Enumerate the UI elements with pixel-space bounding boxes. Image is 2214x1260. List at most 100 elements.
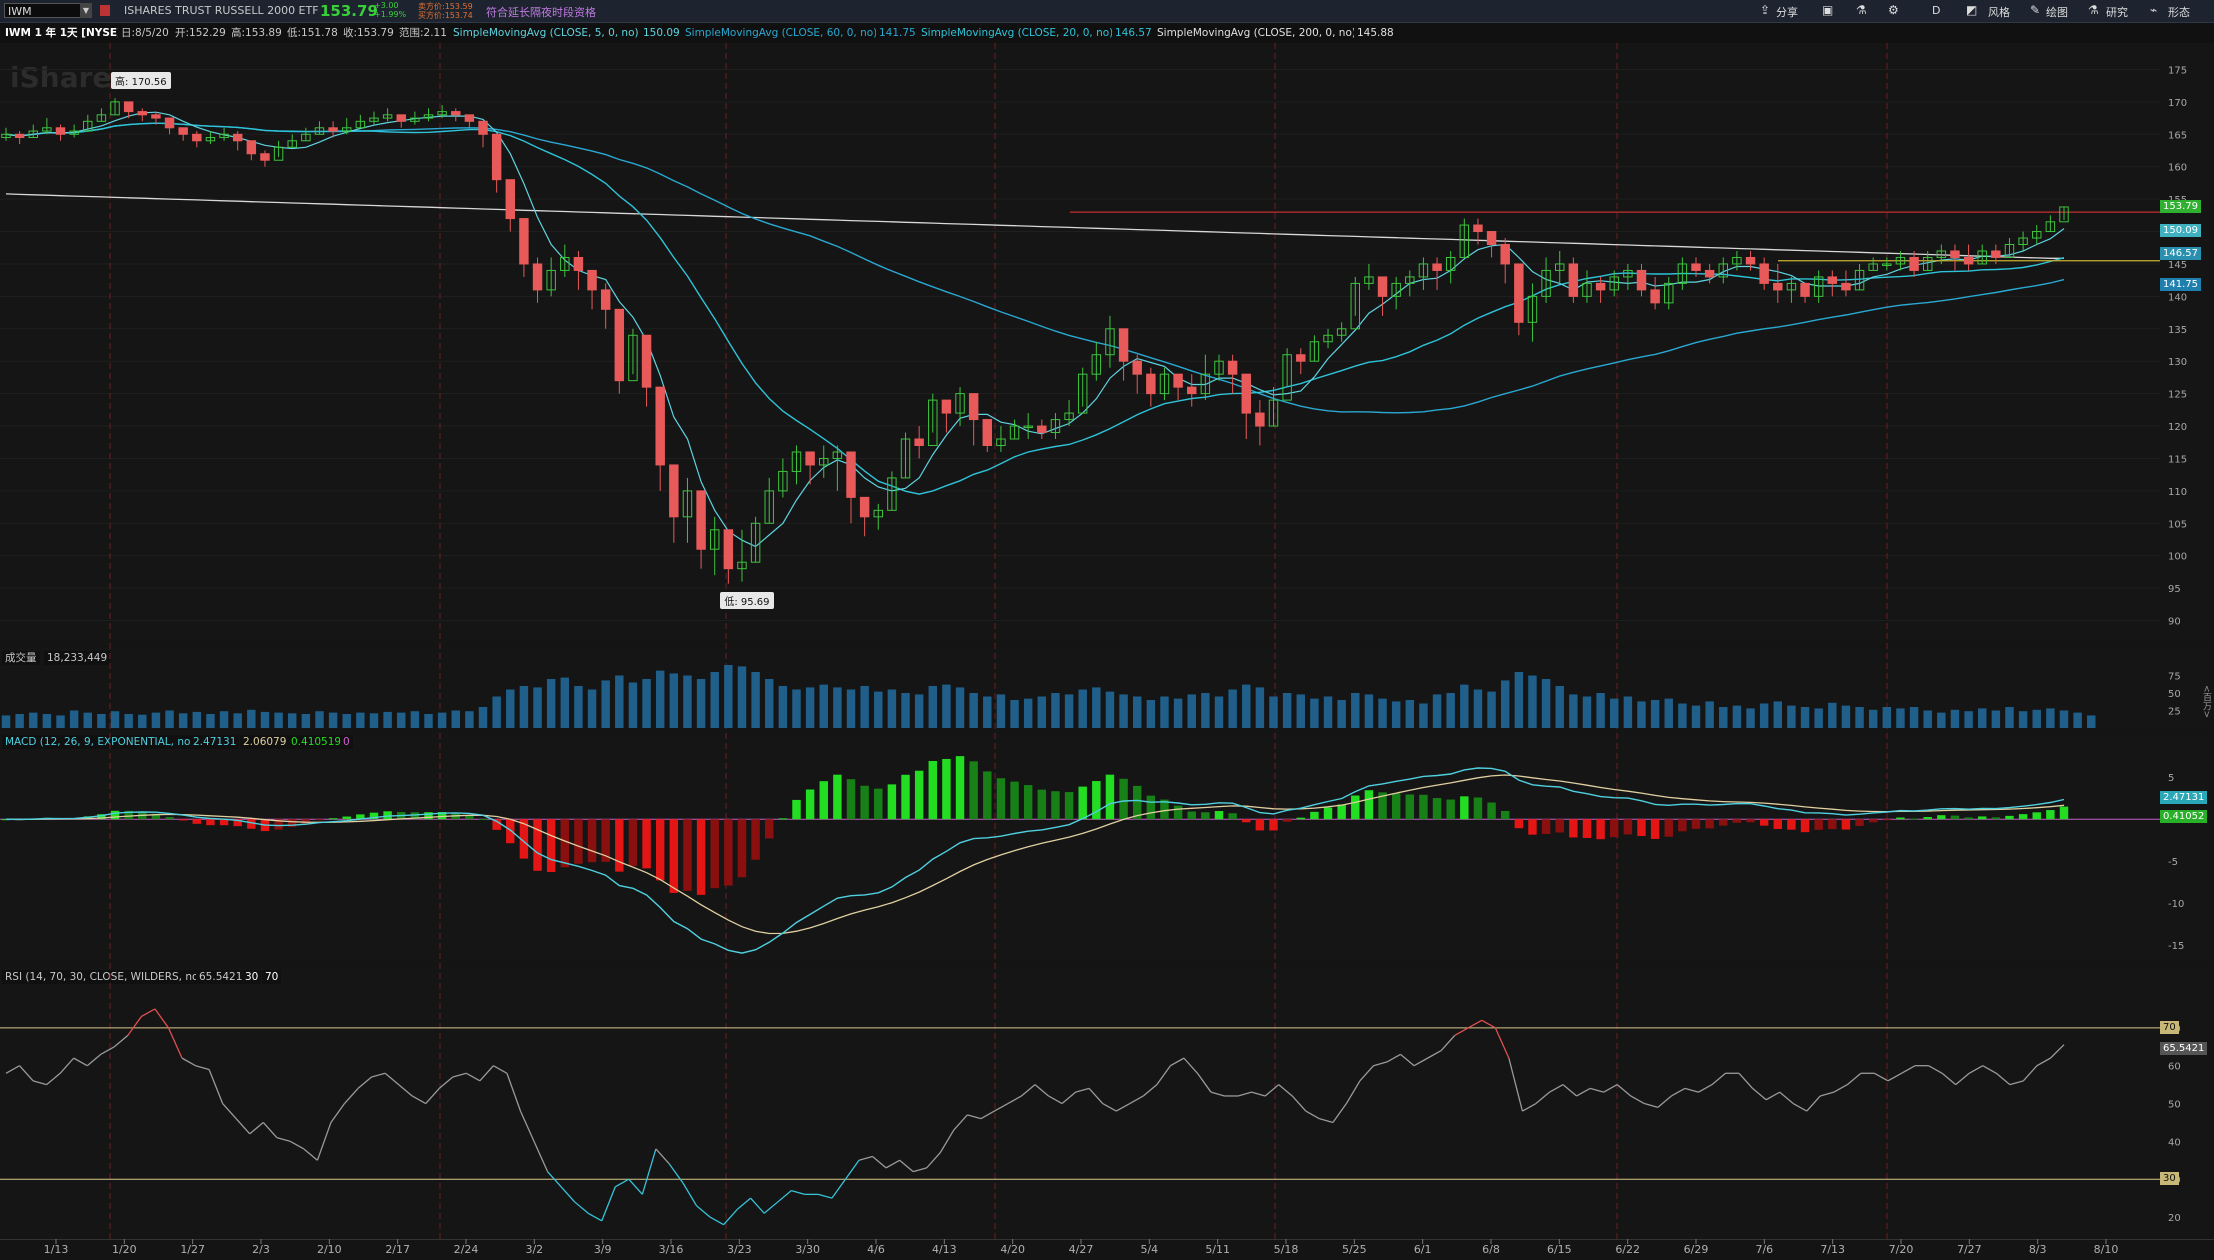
candle-body xyxy=(55,127,66,135)
macd-histogram-bar xyxy=(1528,819,1537,835)
candle-body xyxy=(614,308,625,382)
macd-histogram-bar xyxy=(1242,819,1251,823)
rsi-line-segment xyxy=(1061,1091,1077,1105)
volume-bar xyxy=(1064,694,1074,728)
volume-bar xyxy=(1978,708,1987,728)
volume-bar xyxy=(124,714,133,728)
rsi-line-segment xyxy=(249,1121,264,1135)
volume-bar xyxy=(914,694,924,728)
time-tick-label: 5/4 xyxy=(1140,1243,1158,1256)
volume-bar xyxy=(1242,684,1251,728)
time-tick-label: 4/6 xyxy=(867,1243,885,1256)
macd-histogram-bar xyxy=(1187,811,1196,820)
candle-body xyxy=(1691,263,1701,271)
macd-histogram-bar xyxy=(724,819,733,886)
candle-body xyxy=(641,334,652,388)
macd-histogram-bar xyxy=(1950,815,1960,820)
volume-bar xyxy=(2032,709,2041,728)
volume-bar xyxy=(805,687,815,728)
sma20-line xyxy=(5,122,2065,495)
rsi-line-segment xyxy=(398,1084,413,1097)
volume-bar xyxy=(1282,693,1292,728)
volume-bar xyxy=(1310,698,1319,728)
volume-bar xyxy=(1201,693,1210,728)
macd-histogram-bar xyxy=(1596,819,1605,840)
volume-bar xyxy=(69,710,79,728)
time-tick-label: 4/20 xyxy=(1000,1243,1025,1256)
rsi-line-segment xyxy=(1400,1053,1415,1067)
volume-bar xyxy=(942,684,951,728)
rsi-line-segment xyxy=(384,1072,400,1086)
volume-bar xyxy=(1405,700,1415,728)
macd-tick-label: -5 xyxy=(2168,857,2178,868)
candle-body xyxy=(1759,263,1769,284)
rsi-line-segment xyxy=(1440,1034,1456,1051)
candle-body xyxy=(1704,269,1715,278)
macd-histogram-bar xyxy=(1882,819,1892,821)
macd-histogram-bar xyxy=(969,761,978,820)
rsi-line-segment xyxy=(5,1065,20,1074)
macd-histogram-bar xyxy=(628,819,638,866)
candle-body xyxy=(246,140,257,155)
macd-histogram-bar xyxy=(342,816,351,820)
rsi-line-segment xyxy=(1170,1057,1185,1067)
volume-bar xyxy=(1828,702,1837,728)
macd-histogram-bar xyxy=(587,819,597,863)
candle-body xyxy=(1037,425,1047,434)
volume-bar xyxy=(1146,700,1156,728)
volume-bar xyxy=(15,714,24,728)
macd-histogram-bar xyxy=(546,819,556,873)
rsi-line-segment xyxy=(1319,1118,1334,1124)
macd-histogram-bar xyxy=(533,819,542,871)
volume-bar xyxy=(2073,712,2082,728)
rsi-line-segment xyxy=(506,1073,522,1112)
volume-bar xyxy=(1187,694,1196,728)
volume-bar xyxy=(751,672,760,728)
rsi-line-segment xyxy=(1048,1095,1063,1105)
time-tick-label: 7/6 xyxy=(1755,1243,1773,1256)
volume-bar xyxy=(1364,694,1374,728)
volume-bar xyxy=(1800,707,1810,728)
macd-histogram-bar xyxy=(1255,819,1265,831)
price-tick-label: 120 xyxy=(2168,422,2187,433)
rsi-line-segment xyxy=(912,1167,927,1173)
price-tick-label: 115 xyxy=(2168,454,2187,465)
rsi-line-segment xyxy=(1522,1102,1537,1112)
volume-bar xyxy=(1991,710,2001,728)
rsi-line-segment xyxy=(1846,1072,1862,1086)
rsi-line-segment xyxy=(19,1065,34,1082)
macd-histogram-bar xyxy=(1432,798,1442,820)
volume-bar xyxy=(1882,707,1892,728)
candle-body xyxy=(1473,224,1483,233)
rsi-line-segment xyxy=(1711,1072,1726,1086)
rsi-line-segment xyxy=(668,1163,684,1184)
volume-bar xyxy=(328,712,338,728)
volume-bar xyxy=(1541,679,1551,728)
macd-histogram-bar xyxy=(1978,816,1987,820)
rsi-line-segment xyxy=(438,1076,454,1089)
volume-bar xyxy=(2005,707,2014,728)
rsi-line-segment xyxy=(682,1182,698,1207)
volume-bar xyxy=(1610,698,1619,728)
time-tick-label: 3/2 xyxy=(525,1243,543,1256)
volume-bar xyxy=(669,673,679,728)
macd-histogram-bar xyxy=(887,784,897,820)
macd-histogram-bar xyxy=(1541,819,1551,835)
rsi-line-segment xyxy=(1941,1072,1957,1086)
rsi-line-segment xyxy=(601,1186,616,1222)
volume-bar xyxy=(519,686,529,728)
macd-histogram-bar xyxy=(1678,819,1687,832)
rsi-70-badge: 70 xyxy=(2160,1020,2179,1034)
volume-bar xyxy=(1691,705,1701,728)
macd-histogram-bar xyxy=(1773,819,1783,829)
time-tick-label: 6/1 xyxy=(1414,1243,1432,1256)
rsi-line-segment xyxy=(1196,1072,1212,1093)
volume-bar xyxy=(383,711,392,728)
rsi-line-segment xyxy=(86,1053,102,1067)
volume-bar xyxy=(1923,710,1932,728)
rsi-line-segment xyxy=(709,1216,724,1226)
rsi-line-segment xyxy=(1088,1087,1104,1104)
macd-histogram-bar xyxy=(1800,819,1810,833)
rsi-tick-label: 20 xyxy=(2168,1213,2181,1224)
volume-bar xyxy=(1337,700,1346,728)
